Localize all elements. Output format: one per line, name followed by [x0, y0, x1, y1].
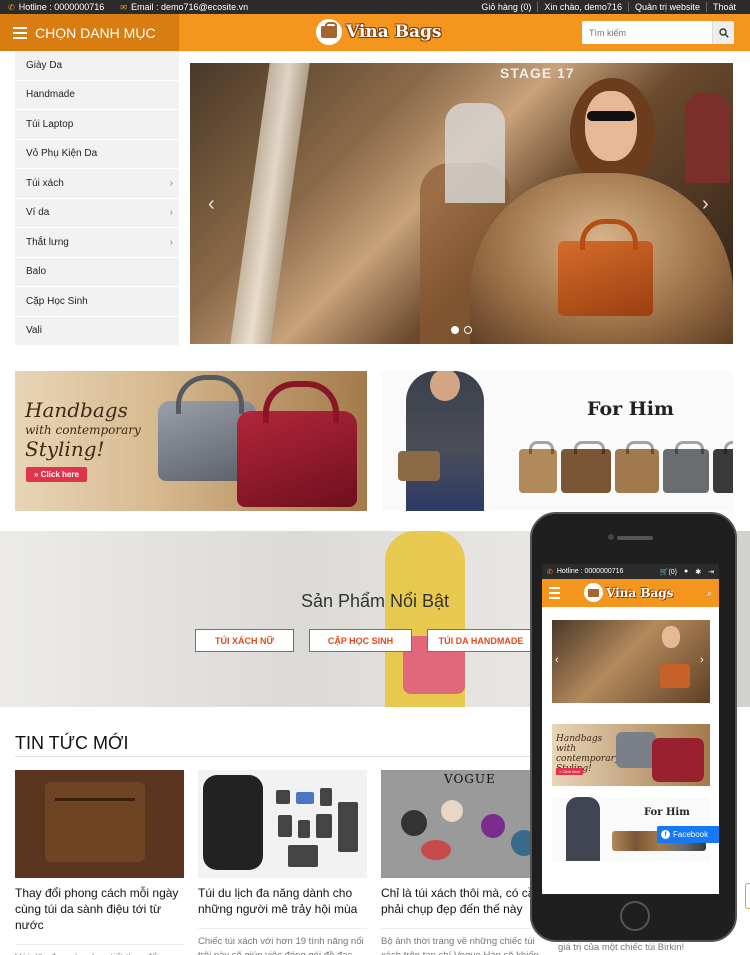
sidebar-item-cap-hoc-sinh[interactable]: Cặp Học Sinh — [15, 287, 179, 317]
news-title[interactable]: Chỉ là túi xách thôi mà, có cần phải chụ… — [381, 885, 550, 917]
chevron-right-icon: › — [169, 236, 173, 248]
search-input[interactable] — [582, 21, 712, 44]
click-here-button[interactable]: » Click here — [26, 467, 87, 482]
man-with-satchel-image — [398, 371, 484, 511]
handbags-banner[interactable]: Handbags with contemporary Styling! » Cl… — [15, 371, 367, 511]
news-title[interactable]: Thay đổi phong cách mỗi ngày cùng túi da… — [15, 885, 184, 933]
mobile-header: Vina Bags ⌕ — [542, 579, 719, 607]
logo[interactable]: Vina Bags — [316, 19, 441, 45]
stage-sign: STAGE 17 — [500, 65, 575, 81]
phone-home-button — [620, 901, 650, 931]
gear-icon[interactable]: ✱ — [695, 568, 701, 576]
news-excerpt: Với dây đeo cùng họa tiết thay đổi được,… — [15, 944, 184, 955]
admin-link[interactable]: Quản trị website — [627, 2, 706, 12]
sidebar-item-tui-xach[interactable]: Túi xách › — [15, 169, 179, 199]
logout-icon[interactable]: ⇥ — [708, 568, 714, 576]
news-excerpt: Bộ ảnh thời trang về những chiếc túi xác… — [381, 928, 550, 955]
logout-link[interactable]: Thoát — [705, 2, 742, 12]
featured-tabs: TÚI XÁCH NỮ CẶP HỌC SINH TÚI DA HANDMADE — [195, 629, 535, 652]
bag-logo-icon — [316, 19, 342, 45]
sidebar-item-vi-da[interactable]: Ví da › — [15, 199, 179, 228]
chevron-right-icon: › — [169, 207, 173, 219]
mobile-preview: ✆ Hotline : 0000000716 🛒(0) ● ✱ ⇥ Vina B… — [530, 512, 737, 942]
red-handbag-image — [237, 381, 357, 507]
facebook-button[interactable]: f Facebook — [657, 826, 719, 843]
news-excerpt: giá trị của một chiếc túi Birkin! — [558, 942, 685, 953]
slider-dot-2[interactable] — [464, 326, 472, 334]
mobile-top-bar: ✆ Hotline : 0000000716 🛒(0) ● ✱ ⇥ — [542, 564, 719, 579]
cart-icon[interactable]: 🛒(0) — [660, 568, 677, 576]
news-card[interactable]: Túi du lịch đa năng dành cho những người… — [198, 770, 367, 955]
sidebar-item-handmade[interactable]: Handmade — [15, 81, 179, 110]
for-him-title: For Him — [587, 398, 675, 420]
news-card[interactable]: VOGUE Chỉ là túi xách thôi mà, có cần ph… — [381, 770, 550, 955]
slider-dot-1[interactable] — [451, 326, 459, 334]
sidebar-item-vo-phu-kien-da[interactable]: Vỏ Phụ Kiện Da — [15, 140, 179, 169]
side-tab[interactable] — [745, 883, 750, 909]
slider-prev-arrow-icon[interactable]: ‹ — [208, 193, 215, 216]
sidebar-item-tui-laptop[interactable]: Túi Laptop — [15, 110, 179, 140]
travel-gear-image[interactable] — [198, 770, 367, 878]
leather-satchel-image[interactable] — [15, 770, 184, 878]
tab-cap-hoc-sinh[interactable]: CẶP HỌC SINH — [309, 629, 412, 652]
top-bar: ✆ Hotline : 0000000716 ✉ Email : demo716@e… — [0, 0, 750, 14]
tab-tui-da-handmade[interactable]: TÚI DA HANDMADE — [427, 629, 535, 652]
header: CHỌN DANH MỤC Vina Bags — [0, 14, 750, 51]
search-icon — [718, 27, 729, 38]
for-him-banner[interactable]: For Him — [381, 371, 733, 511]
mobile-logo[interactable]: Vina Bags — [584, 583, 673, 602]
mobile-slider[interactable]: ‹ › — [552, 620, 710, 703]
tab-tui-xach-nu[interactable]: TÚI XÁCH NỮ — [195, 629, 294, 652]
news-excerpt: Chiếc túi xách với hơn 19 tính năng nổi … — [198, 928, 367, 955]
slider-next-arrow-icon[interactable]: › — [700, 654, 704, 666]
greeting-link[interactable]: Xin chào, demo716 — [537, 2, 628, 12]
hamburger-icon[interactable] — [549, 587, 560, 599]
user-icon[interactable]: ● — [684, 568, 688, 576]
search-icon[interactable]: ⌕ — [707, 588, 712, 599]
cart-link[interactable]: Giỏ hàng (0) — [475, 2, 537, 12]
hamburger-icon — [13, 26, 27, 39]
slider-prev-arrow-icon[interactable]: ‹ — [555, 654, 559, 666]
chevron-right-icon: › — [169, 177, 173, 189]
category-menu-button[interactable]: CHỌN DANH MỤC — [0, 14, 179, 51]
hotline: ✆ Hotline : 0000000716 — [8, 2, 105, 12]
email: ✉ Email : demo716@ecosite.vn — [120, 2, 249, 12]
sidebar-item-that-lung[interactable]: Thắt lưng › — [15, 228, 179, 258]
news-card[interactable]: Thay đổi phong cách mỗi ngày cùng túi da… — [15, 770, 184, 955]
mobile-handbags-banner[interactable]: Handbags with contemporary Styling! » Cl… — [552, 724, 710, 786]
search-button[interactable] — [712, 21, 734, 44]
mail-icon: ✉ — [120, 2, 127, 12]
category-sidebar: Giày Da Handmade Túi Laptop Vỏ Phụ Kiện … — [15, 51, 179, 346]
messenger-icon: f — [661, 830, 670, 839]
bag-logo-icon — [584, 583, 603, 602]
divider — [15, 756, 535, 757]
phone-icon: ✆ — [8, 2, 15, 12]
hero-slider[interactable]: STAGE 17 ‹ › — [190, 63, 733, 344]
phone-icon: ✆ — [547, 568, 553, 576]
vogue-photo-image[interactable]: VOGUE — [381, 770, 550, 878]
sidebar-item-vali[interactable]: Vali — [15, 317, 179, 346]
vogue-text: VOGUE — [444, 772, 496, 786]
sidebar-item-giay-da[interactable]: Giày Da — [15, 51, 179, 81]
slider-dots — [451, 326, 472, 334]
slider-handbag-image — [558, 219, 653, 316]
slider-next-arrow-icon[interactable]: › — [702, 193, 709, 216]
satchel-bags-image — [519, 441, 733, 493]
sidebar-item-balo[interactable]: Balo — [15, 258, 179, 287]
news-section-title: TIN TỨC MỚI — [15, 733, 129, 753]
search-box — [582, 21, 734, 44]
news-title[interactable]: Túi du lịch đa năng dành cho những người… — [198, 885, 367, 917]
mobile-screen: ✆ Hotline : 0000000716 🛒(0) ● ✱ ⇥ Vina B… — [542, 564, 719, 894]
